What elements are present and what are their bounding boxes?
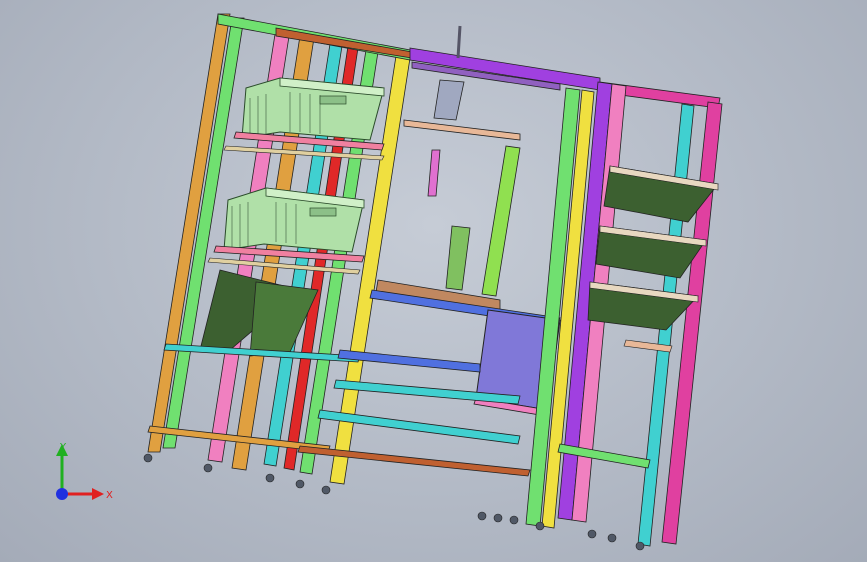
cad-viewport[interactable]: Y X — [0, 0, 867, 562]
assembly-model[interactable] — [0, 0, 867, 562]
crate-upper[interactable] — [241, 77, 385, 141]
crate-lower[interactable] — [223, 187, 365, 253]
axis-triad: Y X — [56, 442, 113, 501]
y-axis-label: Y — [59, 442, 67, 453]
x-axis-label: X — [106, 490, 113, 501]
z-axis-dot — [56, 488, 68, 500]
